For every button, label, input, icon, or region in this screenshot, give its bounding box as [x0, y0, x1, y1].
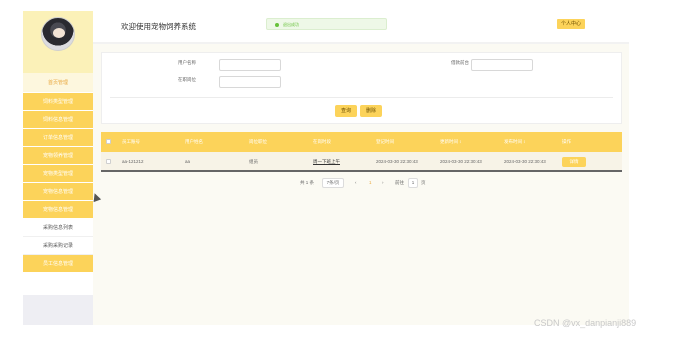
profile-panel [23, 11, 93, 73]
table-cell: 2024-03-30 22:30:43 [440, 159, 482, 164]
column-header: 员工账号 [122, 139, 140, 144]
pagination: 共 1 条 7条/页 ‹ 1 › 前往 1 页 [93, 177, 629, 191]
table-cell: aa-121212 [122, 159, 144, 164]
goto-label: 前往 [395, 180, 404, 185]
table-row: aa-121212 aa 组员 周一下班上午 2024-03-30 22:30:… [101, 152, 622, 172]
sidebar: 首页管理 饲料类型管理 饲料信息管理 订单信息管理 宠物领养管理 宠物类型管理 宠物信息管… [23, 11, 93, 325]
prev-page-button[interactable]: ‹ [355, 180, 357, 185]
table-cell: 2024-03-30 22:30:43 [504, 159, 546, 164]
sidebar-item[interactable]: 宠物领养管理 [23, 147, 93, 165]
success-icon [275, 22, 279, 27]
header: 欢迎使用宠物饲养系统 退出成功 个人中心 [93, 11, 629, 44]
field-label-position: 在职岗位 [178, 77, 196, 82]
column-header: 操作 [562, 139, 571, 144]
sidebar-item[interactable]: 宠物类型管理 [23, 165, 93, 183]
sidebar-footer [23, 295, 93, 325]
success-notice: 退出成功 [266, 18, 387, 30]
search-divider [110, 97, 613, 98]
table-cell: 组员 [249, 159, 258, 164]
page-unit-label: 页 [421, 180, 426, 185]
field-label-username: 用户名称 [178, 60, 196, 65]
delete-button[interactable]: 删除 [360, 105, 383, 117]
query-button[interactable]: 查询 [335, 105, 358, 117]
username-input[interactable] [219, 59, 281, 71]
watermark: CSDN @vx_danpianji889 [534, 318, 637, 328]
notice-text: 退出成功 [283, 22, 299, 27]
frontdesk-input[interactable] [471, 59, 533, 71]
table-cell-link[interactable]: 周一下班上午 [313, 152, 340, 172]
sidebar-item[interactable]: 宠物信息管理 [23, 183, 93, 201]
column-header-sortable[interactable]: 更新时间 ↕ [440, 132, 462, 152]
sidebar-item[interactable]: 采购信息列表 [23, 219, 93, 237]
sidebar-item[interactable]: 饲料信息管理 [23, 111, 93, 129]
position-input[interactable] [219, 76, 281, 88]
current-page[interactable]: 1 [369, 180, 372, 185]
column-header: 岗位职位 [249, 139, 267, 144]
select-all-checkbox[interactable] [106, 139, 111, 144]
sidebar-item[interactable]: 采购采购记录 [23, 237, 93, 255]
sidebar-item[interactable]: 员工信息管理 [23, 255, 93, 273]
data-table: 员工账号 用户姓名 岗位职位 在岗时段 登记时间 更新时间 ↕ 发布时间 ↕ 操… [101, 132, 622, 172]
sidebar-menu: 饲料类型管理 饲料信息管理 订单信息管理 宠物领养管理 宠物类型管理 宠物信息管理 宠物信息… [23, 93, 93, 273]
column-header: 登记时间 [376, 139, 394, 144]
sidebar-item[interactable]: 订单信息管理 [23, 129, 93, 147]
table-cell: 2024-03-30 22:30:43 [376, 159, 418, 164]
next-page-button[interactable]: › [382, 180, 384, 185]
sidebar-item[interactable]: 宠物信息管理 [23, 201, 93, 219]
search-panel: 用户名称 在职岗位 借款前台 查询 删除 [101, 52, 622, 124]
personal-center-button[interactable]: 个人中心 [557, 19, 586, 29]
sidebar-item[interactable]: 饲料类型管理 [23, 93, 93, 111]
pagination-total: 共 1 条 [300, 180, 315, 185]
row-checkbox[interactable] [106, 159, 111, 164]
sidebar-item-home[interactable]: 首页管理 [23, 73, 93, 93]
page-title: 欢迎使用宠物饲养系统 [121, 22, 196, 31]
column-header: 用户姓名 [185, 139, 203, 144]
column-header: 在岗时段 [313, 139, 331, 144]
avatar[interactable] [41, 17, 75, 51]
table-cell: aa [185, 159, 191, 164]
field-label-frontdesk: 借款前台 [451, 60, 469, 65]
detail-button[interactable]: 详情 [562, 157, 586, 167]
goto-page-input[interactable]: 1 [408, 178, 418, 188]
page-size-select[interactable]: 7条/页 [322, 178, 344, 188]
table-header: 员工账号 用户姓名 岗位职位 在岗时段 登记时间 更新时间 ↕ 发布时间 ↕ 操… [101, 132, 622, 152]
column-header-sortable[interactable]: 发布时间 ↕ [504, 132, 526, 152]
main-content: 用户名称 在职岗位 借款前台 查询 删除 员工账号 用户姓名 岗位职位 在岗时段… [93, 44, 629, 325]
